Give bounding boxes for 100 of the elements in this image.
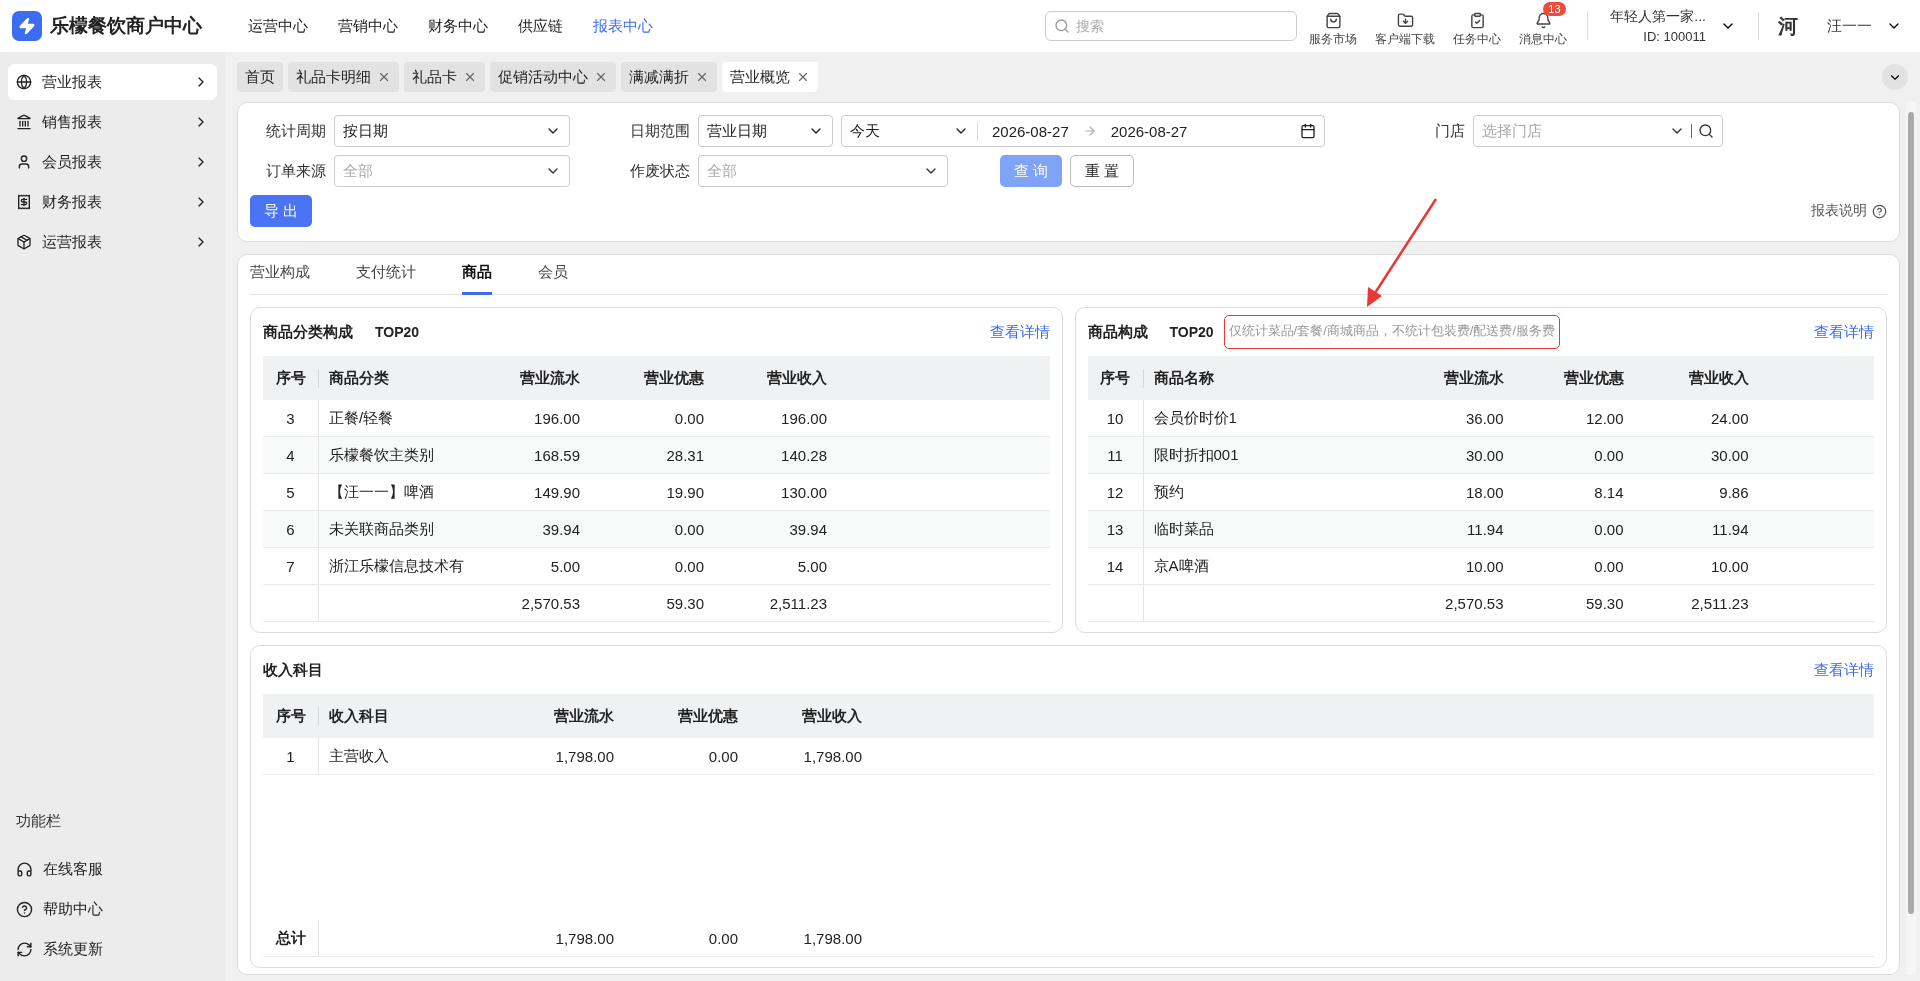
page-tab[interactable]: 礼品卡明细 [288, 62, 399, 92]
total-cell-text: 2,511.23 [1690, 594, 1750, 612]
table-cell: 5 [263, 474, 319, 510]
tabs-menu-button[interactable] [1882, 64, 1908, 90]
page-tab[interactable]: 首页 [237, 62, 283, 92]
table-cell-text: 预约 [1152, 482, 1185, 502]
table-cell-text: 10.00 [1709, 557, 1750, 575]
table-cell-text: 9.86 [1718, 483, 1750, 501]
nav-link[interactable]: 运营中心 [248, 16, 308, 36]
toolbar-button[interactable]: 消息中心 13 [1515, 2, 1572, 50]
date-type-select[interactable]: 营业日期 [698, 115, 833, 147]
top-label: TOP20 [375, 324, 420, 340]
headset-icon [16, 860, 33, 878]
table-cell-text: 11.94 [1711, 520, 1750, 538]
sidebar-item[interactable]: 会员报表 [8, 144, 217, 180]
sidebar-item[interactable]: 营业报表 [8, 64, 217, 100]
count-badge: 13 [1543, 2, 1566, 16]
nav-link[interactable]: 报表中心 [593, 16, 653, 36]
page-tab[interactable]: 营业概览 [722, 62, 818, 92]
help-link[interactable]: 报表说明 [1811, 202, 1887, 220]
table-cell-text: 196.00 [533, 409, 581, 427]
table-cell-text: 28.31 [665, 446, 705, 464]
search-field[interactable]: 搜索 [1045, 11, 1298, 41]
sidebar-item[interactable]: 销售报表 [8, 104, 217, 140]
table-cell: 1 [263, 738, 319, 774]
table-cell-text: 京A啤酒 [1152, 556, 1210, 576]
total-cell-text: 2,570.53 [1444, 594, 1505, 612]
report-tab[interactable]: 营业构成 [250, 255, 310, 295]
field-label: 日期范围 [629, 121, 690, 141]
column-header: 营业收入 [801, 706, 863, 726]
close-icon[interactable] [377, 70, 391, 84]
column-header: 营业收入 [1687, 368, 1750, 388]
scrollbar[interactable] [1906, 102, 1916, 975]
column-header: 商品名称 [1152, 368, 1215, 388]
report-tab[interactable]: 商品 [462, 255, 492, 295]
sidebar-link[interactable]: 系统更新 [8, 929, 217, 969]
table-cell-text: 会员价时价1 [1152, 408, 1238, 428]
close-icon[interactable] [594, 70, 608, 84]
report-tab[interactable]: 支付统计 [356, 255, 416, 295]
field-label: 订单来源 [265, 161, 326, 181]
column-header: 营业流水 [1442, 368, 1505, 388]
panel-note: 仅统计菜品/套餐/商城商品，不统计包装费/配送费/服务费 [1223, 315, 1561, 349]
folder-icon [1396, 12, 1414, 29]
table-cell-text: 196.00 [780, 409, 828, 427]
account-switcher[interactable]: 年轻人第一家... ID: 100011 [1604, 7, 1742, 45]
search-icon[interactable] [1698, 123, 1714, 139]
sidebar-item[interactable]: 财务报表 [8, 184, 217, 220]
table-cell-text: 主营收入 [328, 746, 390, 766]
logo-text: 乐檬餐饮商户中心 [50, 14, 202, 38]
table-cell-text: 临时菜品 [1152, 519, 1215, 539]
page-tab[interactable]: 满减满折 [621, 62, 717, 92]
nav-link[interactable]: 营销中心 [338, 16, 398, 36]
user-menu[interactable]: 汪一一 [1821, 15, 1908, 37]
column-header: 营业优惠 [1562, 368, 1625, 388]
table-cell-text: 30.00 [1464, 446, 1505, 464]
table-cell-text: 未关联商品类别 [328, 519, 435, 539]
column-header: 营业优惠 [677, 706, 739, 726]
column-header: 营业流水 [553, 706, 615, 726]
field-label: 门店 [1434, 121, 1465, 141]
table-cell-text: 39.94 [788, 520, 828, 538]
period-select[interactable]: 按日期 [334, 115, 570, 147]
table-cell-text: 【汪一一】啤酒 [328, 482, 435, 502]
page-tab[interactable]: 礼品卡 [404, 62, 485, 92]
sidebar-link[interactable]: 在线客服 [8, 849, 217, 889]
arrow-right-icon [1082, 124, 1097, 138]
sidebar-link[interactable]: 帮助中心 [8, 889, 217, 929]
table-cell-text: 浙江乐檬信息技术有 [328, 556, 465, 576]
page-tab[interactable]: 促销活动中心 [490, 62, 616, 92]
column-header: 商品分类 [328, 368, 390, 388]
nav-link[interactable]: 供应链 [518, 16, 563, 36]
total-cell-text: 2,570.53 [520, 594, 581, 612]
details-link[interactable]: 查看详情 [989, 322, 1050, 342]
sidebar-item[interactable]: 运营报表 [8, 224, 217, 260]
details-link[interactable]: 查看详情 [1814, 322, 1874, 342]
search-icon [1054, 18, 1071, 34]
toolbar-button[interactable]: 客户端下载 [1371, 2, 1440, 50]
report-tab[interactable]: 会员 [538, 255, 568, 295]
bell-icon [1534, 12, 1552, 29]
toolbar-button[interactable]: 任务中心 [1449, 2, 1506, 50]
date-range-field[interactable]: 今天 2026-08-27 2026-08-27 [841, 115, 1325, 147]
help-icon [1872, 203, 1887, 219]
nav-link[interactable]: 财务中心 [428, 16, 488, 36]
table-cell: 6 [263, 511, 319, 547]
table-cell-text: 30.00 [1709, 446, 1750, 464]
table-cell-text: 140.28 [780, 446, 828, 464]
table-cell-text: 乐檬餐饮主类别 [328, 445, 435, 465]
reset-button[interactable]: 重 置 [1070, 155, 1135, 187]
close-icon[interactable] [463, 70, 477, 84]
table-cell-text: 36.00 [1464, 409, 1505, 427]
export-button[interactable]: 导 出 [250, 195, 313, 227]
details-link[interactable]: 查看详情 [1814, 660, 1874, 680]
table-cell-text: 130.00 [780, 483, 828, 501]
close-icon[interactable] [796, 70, 810, 84]
column-header: 营业收入 [766, 368, 828, 388]
close-icon[interactable] [695, 70, 709, 84]
table-cell-text: 12.00 [1584, 409, 1625, 427]
table-cell: 13 [1087, 511, 1144, 547]
table-cell: 3 [263, 400, 319, 436]
toolbar-button[interactable]: 服务市场 [1305, 2, 1362, 50]
bag-icon [1324, 12, 1342, 29]
